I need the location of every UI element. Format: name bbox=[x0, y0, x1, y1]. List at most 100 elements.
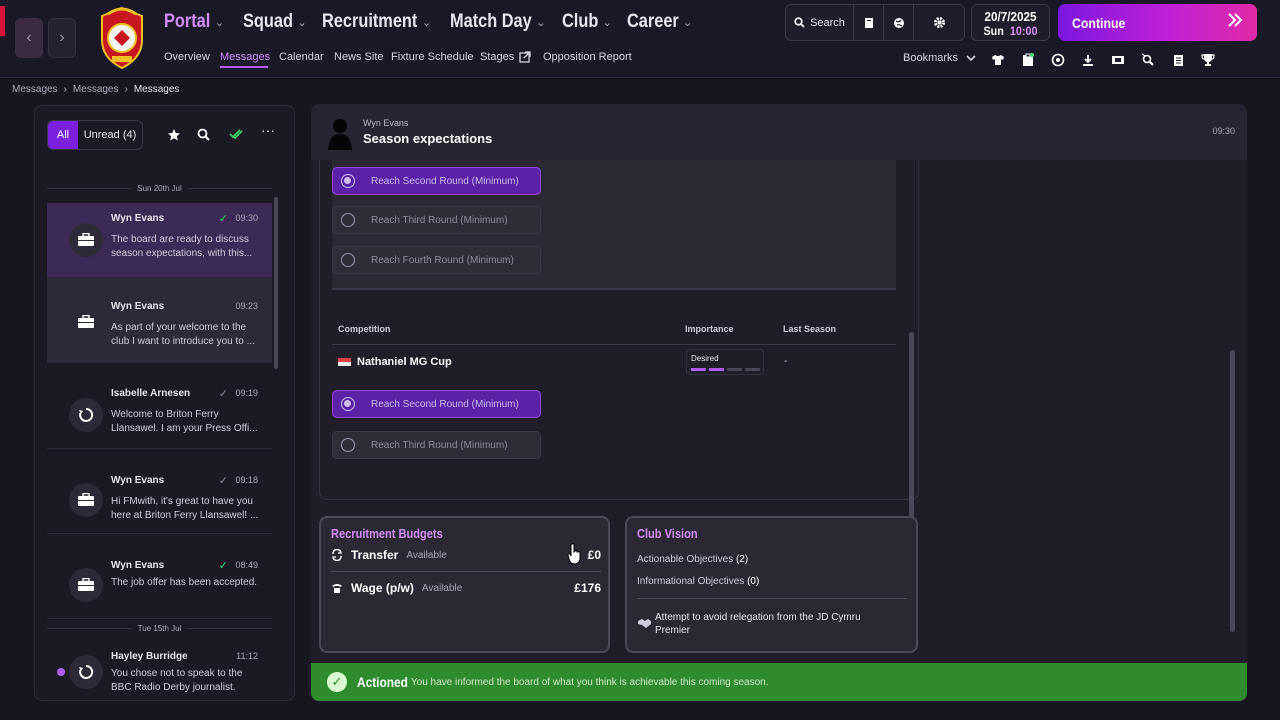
settings-button[interactable] bbox=[914, 5, 964, 40]
vision-objective: Attempt to avoid relegation from the JD … bbox=[655, 612, 861, 636]
message-preview: The board are ready to discuss season ex… bbox=[111, 234, 253, 259]
trophy-button[interactable] bbox=[1199, 51, 1217, 69]
mark-all-read-icon[interactable] bbox=[229, 128, 243, 142]
message-panel: Wyn Evans Season expectations 09:30 Reac… bbox=[311, 104, 1247, 702]
menu-squad[interactable]: Squad ⌄ bbox=[243, 8, 307, 36]
forward-button[interactable]: › bbox=[48, 18, 76, 58]
breadcrumb-item[interactable]: Messages bbox=[73, 84, 119, 95]
informational-objectives[interactable]: Informational Objectives (0) bbox=[637, 576, 759, 587]
briefcase-icon bbox=[69, 568, 103, 602]
menu-portal[interactable]: Portal ⌄ bbox=[164, 8, 224, 36]
star-icon[interactable] bbox=[167, 128, 181, 142]
objectives-options-group: Reach Second Round (Minimum) Reach Third… bbox=[332, 160, 896, 290]
objective-option[interactable]: Reach Third Round (Minimum) bbox=[332, 431, 541, 459]
clipboard-button[interactable] bbox=[1019, 51, 1037, 69]
radio-selected-icon bbox=[341, 397, 355, 411]
menu-match-day[interactable]: Match Day ⌄ bbox=[450, 8, 546, 36]
message-time: 09:30 bbox=[1212, 126, 1235, 136]
message-time: 08:49 bbox=[235, 560, 258, 570]
download-button[interactable] bbox=[1079, 51, 1097, 69]
message-item[interactable]: Wyn Evans ✓ 09:18 Hi FMwith, it's great … bbox=[47, 449, 272, 534]
message-preview: The job offer has been accepted. bbox=[111, 577, 258, 588]
chevron-down-icon: ⌄ bbox=[297, 16, 307, 29]
message-item[interactable]: Isabelle Arnesen ✓ 09:19 Welcome to Brit… bbox=[47, 364, 272, 449]
objective-option[interactable]: Reach Fourth Round (Minimum) bbox=[332, 246, 541, 274]
importance-bar bbox=[745, 368, 760, 371]
importance-bar bbox=[727, 368, 742, 371]
document-button[interactable] bbox=[1169, 51, 1187, 69]
message-sender: Hayley Burridge bbox=[111, 651, 188, 662]
notebook-icon bbox=[864, 17, 874, 29]
header-competition[interactable]: Competition bbox=[338, 324, 391, 334]
notes-button[interactable] bbox=[854, 5, 884, 40]
objectives-scrollbar[interactable] bbox=[909, 332, 914, 520]
breadcrumb-item[interactable]: Messages bbox=[12, 84, 58, 95]
read-check-icon: ✓ bbox=[218, 560, 228, 572]
world-button[interactable] bbox=[884, 5, 914, 40]
action-description: You have informed the board of what you … bbox=[410, 676, 769, 688]
ticket-button[interactable] bbox=[1109, 51, 1127, 69]
download-icon bbox=[1082, 54, 1094, 67]
menu-recruitment[interactable]: Recruitment ⌄ bbox=[322, 8, 431, 36]
message-scrollbar[interactable] bbox=[1230, 350, 1235, 632]
back-button[interactable]: ‹ bbox=[15, 18, 43, 58]
transfer-icon bbox=[331, 549, 343, 561]
document-icon bbox=[1173, 54, 1184, 67]
message-sender: Wyn Evans bbox=[111, 301, 165, 312]
breadcrumb: Messages › Messages › Messages bbox=[12, 84, 179, 95]
actioned-bar: ✓ Actioned You have informed the board o… bbox=[311, 663, 1247, 701]
toolbar-group: Search bbox=[785, 4, 965, 41]
transfer-budget-row[interactable]: Transfer Available £0 bbox=[331, 548, 601, 562]
menu-career[interactable]: Career ⌄ bbox=[627, 8, 693, 36]
importance-label: Desired bbox=[691, 354, 719, 363]
target-icon bbox=[1051, 53, 1065, 67]
subnav-stages[interactable]: Stages bbox=[480, 51, 531, 63]
subnav-overview[interactable]: Overview bbox=[164, 51, 210, 63]
subnav-messages[interactable]: Messages bbox=[220, 51, 270, 63]
inbox-scrollbar[interactable] bbox=[274, 197, 278, 369]
divider bbox=[637, 598, 907, 599]
scout-button[interactable] bbox=[1049, 51, 1067, 69]
filter-all-button[interactable]: All bbox=[48, 121, 78, 149]
search-button[interactable]: Search bbox=[786, 5, 854, 40]
search-icon[interactable] bbox=[197, 128, 211, 142]
divider bbox=[332, 344, 896, 345]
message-item[interactable]: Wyn Evans 09:23 As part of your welcome … bbox=[47, 277, 272, 363]
message-item[interactable]: Wyn Evans ✓ 08:49 The job offer has been… bbox=[47, 534, 272, 619]
wage-budget-row[interactable]: Wage (p/w) Available £176 bbox=[331, 581, 601, 595]
competition-name[interactable]: Nathaniel MG Cup bbox=[338, 356, 452, 368]
objective-option[interactable]: Reach Second Round (Minimum) bbox=[332, 390, 541, 418]
scouting-search-button[interactable] bbox=[1139, 51, 1157, 69]
header-importance[interactable]: Importance bbox=[685, 324, 734, 334]
clipboard-icon bbox=[1022, 53, 1034, 67]
search-icon bbox=[794, 17, 805, 28]
continue-button[interactable]: Continue bbox=[1058, 4, 1257, 41]
subnav-fixture-schedule[interactable]: Fixture Schedule bbox=[391, 51, 474, 63]
recruitment-budgets-card: Recruitment Budgets Transfer Available £… bbox=[319, 516, 610, 653]
inbox-panel: All Unread (4) ··· Sun 20th Jul Wyn Evan… bbox=[34, 105, 295, 701]
chevron-right-icon: › bbox=[63, 84, 67, 95]
more-options-icon[interactable]: ··· bbox=[261, 122, 275, 138]
objective-option[interactable]: Reach Second Round (Minimum) bbox=[332, 167, 541, 195]
message-sender: Wyn Evans bbox=[111, 213, 165, 224]
bookmarks-dropdown[interactable]: Bookmarks bbox=[903, 52, 976, 64]
subnav-opposition-report[interactable]: Opposition Report bbox=[543, 51, 632, 63]
radio-icon bbox=[341, 253, 355, 267]
header-last-season[interactable]: Last Season bbox=[783, 324, 836, 334]
objective-option[interactable]: Reach Third Round (Minimum) bbox=[332, 206, 541, 234]
club-crest-logo[interactable] bbox=[94, 6, 150, 70]
person-silhouette-icon bbox=[327, 116, 353, 150]
subnav-calendar[interactable]: Calendar bbox=[279, 51, 324, 63]
actionable-objectives[interactable]: Actionable Objectives (2) bbox=[637, 554, 748, 565]
read-check-icon: ✓ bbox=[218, 213, 228, 225]
day-separator: Sun 20th Jul bbox=[47, 184, 272, 193]
subnav-news-site[interactable]: News Site bbox=[334, 51, 384, 63]
filter-unread-button[interactable]: Unread (4) bbox=[78, 121, 142, 149]
message-item[interactable]: Hayley Burridge 11:12 You chose not to s… bbox=[47, 641, 272, 700]
handshake-icon bbox=[637, 618, 652, 629]
divider bbox=[47, 618, 272, 619]
shirt-button[interactable] bbox=[989, 51, 1007, 69]
message-sender: Wyn Evans bbox=[111, 560, 165, 571]
menu-club[interactable]: Club ⌄ bbox=[562, 8, 612, 36]
message-preview: Welcome to Briton Ferry Llansawel. I am … bbox=[111, 409, 258, 434]
